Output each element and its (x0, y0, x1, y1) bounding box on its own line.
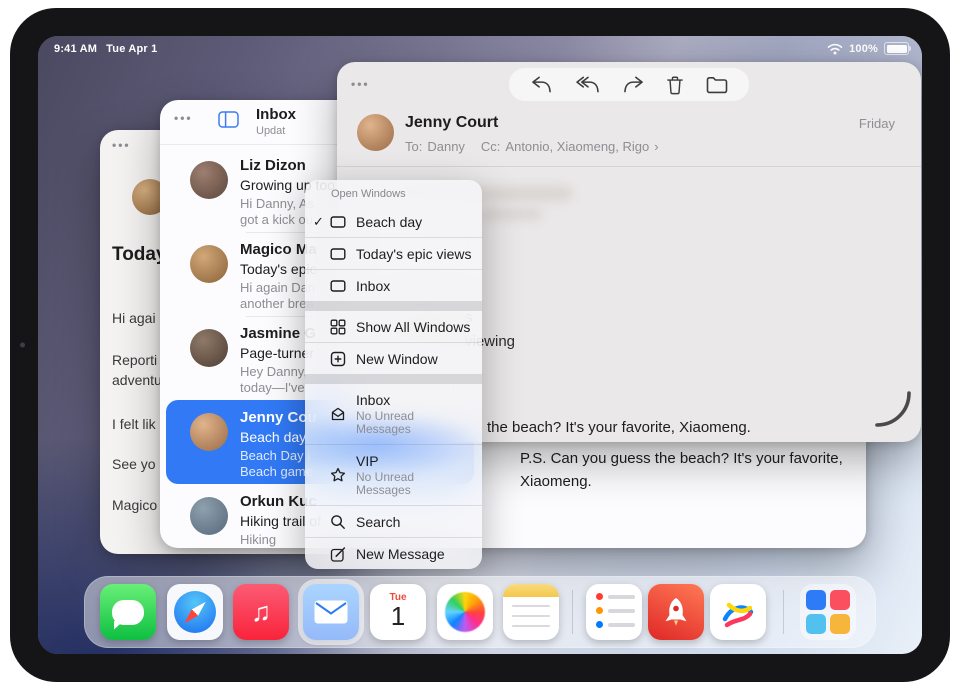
wifi-icon (827, 43, 843, 55)
window-icon (330, 214, 356, 230)
trash-icon[interactable] (666, 75, 684, 95)
menu-item-new-window[interactable]: New Window (305, 343, 482, 374)
window-icon (330, 246, 356, 262)
dock-messages-icon[interactable] (100, 584, 156, 640)
ipad-device-frame: 9:41 AM Tue Apr 1 100% ••• Today Hi agai… (10, 8, 950, 682)
cc-label: Cc: (481, 139, 501, 154)
folder-icon[interactable] (706, 76, 728, 94)
search-icon (330, 514, 356, 530)
message-sender-name: Jenny Court (405, 114, 498, 132)
grid-icon (330, 319, 356, 335)
chevron-right-icon[interactable]: › (654, 139, 658, 154)
group-divider (305, 374, 482, 384)
dock-safari-icon[interactable] (167, 584, 223, 640)
message-toolbar (508, 67, 750, 102)
menu-item-search[interactable]: Search (305, 506, 482, 537)
window-controls-button[interactable]: ••• (351, 77, 370, 91)
speech-bubble-icon (112, 600, 144, 625)
message-body-line: I felt lik (112, 416, 156, 432)
window-controls-button[interactable]: ••• (112, 138, 131, 152)
message-recipients[interactable]: To: Danny Cc: Antonio, Xiaomeng, Rigo › (405, 139, 659, 154)
dock-drawing-app-icon[interactable] (710, 584, 766, 640)
cc-value: Antonio, Xiaomeng, Rigo (505, 139, 649, 154)
dock: ♫ Tue 1 (84, 576, 876, 648)
notes-header-strip (503, 584, 559, 597)
menu-item-beach-day[interactable]: ✓ Beach day (305, 206, 482, 237)
dock-rocket-app-icon[interactable] (648, 584, 704, 640)
envelope-icon (303, 584, 359, 640)
dock-photos-icon[interactable] (437, 584, 493, 640)
avatar (190, 497, 228, 535)
menu-item-inbox-mailbox[interactable]: Inbox No Unread Messages (305, 384, 482, 444)
compass-icon (174, 591, 216, 633)
sidebar-toggle-icon[interactable] (218, 111, 239, 128)
menu-item-inbox-window[interactable]: Inbox (305, 270, 482, 301)
dock-mail-icon[interactable] (303, 584, 359, 640)
dock-app-library-icon[interactable] (800, 584, 856, 640)
window-icon (330, 278, 356, 294)
blurred-text (480, 208, 542, 220)
message-body-line: adventu (112, 372, 162, 388)
group-divider (305, 301, 482, 311)
ipad-screen: 9:41 AM Tue Apr 1 100% ••• Today Hi agai… (38, 36, 922, 654)
forward-icon[interactable] (622, 75, 645, 94)
window-resize-indicator[interactable] (873, 389, 913, 434)
avatar (190, 161, 228, 199)
menu-item-new-message[interactable]: New Message (305, 538, 482, 569)
music-note-icon: ♫ (233, 584, 289, 640)
message-body-line: Hi agai (112, 310, 156, 326)
to-value: Danny (427, 139, 465, 154)
message-body-line: Magico (112, 497, 157, 513)
status-bar-right: 100% (827, 42, 909, 55)
message-body-line: the beach? It's your favorite, Xiaomeng. (487, 419, 751, 436)
mail-dock-context-menu: Open Windows ✓ Beach day Today's epic vi… (305, 180, 482, 569)
flower-icon (445, 592, 485, 632)
menu-item-todays-epic-views[interactable]: Today's epic views (305, 238, 482, 269)
compose-icon (330, 546, 356, 562)
app-library-grid-icon (806, 590, 850, 634)
avatar (190, 413, 228, 451)
message-subject: Today (112, 244, 167, 266)
message-body-line: Xiaomeng. (520, 473, 592, 490)
scribble-icon (710, 584, 766, 640)
status-time: 9:41 AM (54, 43, 97, 55)
dock-divider (783, 590, 784, 634)
checkmark-icon: ✓ (313, 214, 330, 230)
avatar (190, 329, 228, 367)
avatar (357, 114, 394, 151)
dock-music-icon[interactable]: ♫ (233, 584, 289, 640)
battery-icon (884, 42, 909, 55)
star-icon (330, 467, 356, 483)
message-body-line: See yo (112, 456, 156, 472)
plus-window-icon (330, 351, 356, 367)
dock-notes-icon[interactable] (503, 584, 559, 640)
menu-item-vip[interactable]: VIP No Unread Messages (305, 445, 482, 505)
status-bar-left: 9:41 AM Tue Apr 1 (54, 43, 157, 55)
message-date: Friday (859, 116, 895, 131)
calendar-day: 1 (370, 601, 426, 632)
window-controls-button[interactable]: ••• (174, 111, 193, 125)
message-body-line: Reporti (112, 352, 157, 368)
menu-item-show-all-windows[interactable]: Show All Windows (305, 311, 482, 342)
mailbox-status: Updat (256, 125, 285, 137)
avatar (190, 245, 228, 283)
dock-divider (572, 590, 573, 634)
dock-reminders-icon[interactable] (586, 584, 642, 640)
message-body-line: P.S. Can you guess the beach? It's your … (520, 450, 843, 467)
to-label: To: (405, 139, 422, 154)
status-date: Tue Apr 1 (106, 43, 157, 55)
rocket-icon (648, 584, 704, 640)
front-camera (20, 343, 25, 348)
envelope-open-icon (330, 406, 356, 422)
reply-icon[interactable] (530, 75, 553, 94)
battery-percent: 100% (849, 43, 878, 55)
mailbox-title: Inbox (256, 106, 296, 123)
divider (337, 166, 921, 167)
dock-calendar-icon[interactable]: Tue 1 (370, 584, 426, 640)
reply-all-icon[interactable] (575, 75, 601, 94)
menu-section-title: Open Windows (305, 188, 482, 206)
